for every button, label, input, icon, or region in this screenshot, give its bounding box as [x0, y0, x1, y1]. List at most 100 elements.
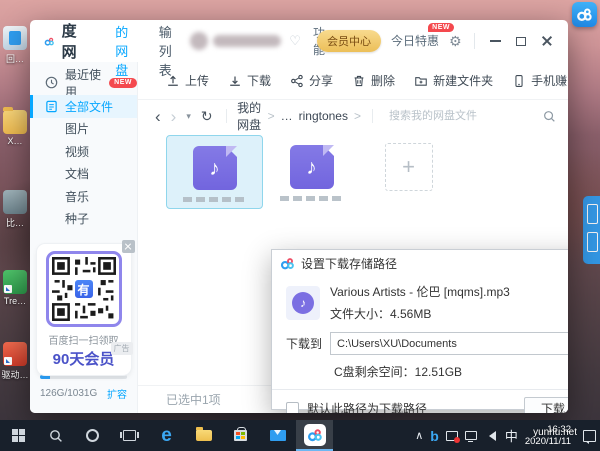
sidebar-item-music[interactable]: 音乐 [30, 185, 137, 208]
bing-icon[interactable]: b [430, 428, 439, 444]
desktop-icon-label: 比… [5, 218, 24, 228]
sidebar-item-pictures[interactable]: 图片 [30, 118, 137, 141]
phone-earn-button[interactable]: 手机赚 [512, 72, 567, 89]
sidebar-item-videos[interactable]: 视频 [30, 140, 137, 163]
edge-button[interactable]: e [148, 420, 185, 451]
add-file-tile[interactable]: + [360, 135, 457, 209]
desktop-icon-red-app[interactable]: 驱动… [0, 342, 30, 381]
store-button[interactable] [222, 420, 259, 451]
file-explorer-button[interactable] [185, 420, 222, 451]
search-icon [49, 429, 62, 442]
ad-close-icon[interactable] [121, 240, 135, 253]
download-path-input[interactable] [330, 332, 568, 355]
task-view-button[interactable] [111, 420, 148, 451]
music-file-icon: ♪ [286, 285, 320, 320]
checkbox-label: 默认此路径为下载路径 [307, 402, 428, 413]
phone-icon [515, 74, 523, 87]
search-icon[interactable] [543, 110, 556, 123]
qr-ad-card[interactable]: 有 百度扫一扫领取 90天会员 广告 [36, 240, 135, 375]
upload-icon [168, 75, 178, 86]
netdisk-taskbar-button[interactable] [296, 420, 333, 451]
desktop-edge-widget[interactable] [583, 196, 600, 264]
download-confirm-button[interactable]: 下载 [524, 397, 568, 413]
expand-storage-link[interactable]: 扩容 [107, 386, 127, 401]
folder-icon [3, 107, 27, 134]
tray-expand-icon[interactable]: ∧ [415, 429, 423, 442]
download-button[interactable]: 下载 [228, 72, 271, 89]
file-name-clipped [279, 196, 344, 201]
today-deal[interactable]: 今日特惠 NEW [390, 23, 454, 50]
minimize-button[interactable] [482, 26, 508, 56]
file-tile-selected[interactable]: ♪ [166, 135, 263, 209]
sidebar-item-recent[interactable]: 最近使用 NEW [30, 68, 137, 99]
share-button[interactable]: 分享 [290, 72, 333, 89]
mail-button[interactable] [259, 420, 296, 451]
search-input[interactable] [387, 109, 537, 123]
sidebar-item-torrents[interactable]: 种子 [30, 208, 137, 231]
plus-icon: + [384, 143, 433, 191]
window-controls [482, 26, 560, 56]
sidebar-item-label: 音乐 [65, 189, 90, 204]
share-icon [291, 74, 303, 87]
ime-indicator[interactable]: 中 [505, 426, 518, 445]
app-icon [3, 342, 27, 366]
desktop-icon-label: 驱动… [1, 370, 29, 380]
taskbar: e ∧ b 中 16:32 2020/11/11 yunhu.net [0, 420, 600, 451]
sidebar-item-label: 种子 [65, 212, 90, 227]
upload-button[interactable]: 上传 [166, 72, 209, 89]
dialog-file-name: Various Artists - 伦巴 [mqms].mp3 [330, 285, 510, 299]
minimize-icon [489, 40, 501, 42]
refresh-icon[interactable]: ↻ [201, 108, 213, 125]
cortana-button[interactable] [74, 420, 111, 451]
sidebar: 最近使用 NEW 全部文件 图片 视频 文档 音乐 种子 有 百度扫一扫领取 9… [30, 62, 138, 413]
qr-center-logo: 有 [72, 278, 95, 300]
network-icon[interactable] [464, 431, 477, 442]
gear-icon[interactable]: ⚙ [449, 33, 462, 50]
download-path-dialog: 设置下载存储路径 ♪ Various Artists - 伦巴 [mqms].m… [271, 249, 568, 413]
breadcrumb-root[interactable]: 我的网盘 [237, 99, 261, 133]
desktop-icon-misc[interactable]: 比… [0, 190, 30, 229]
file-tile[interactable]: ♪ [263, 135, 360, 209]
task-view-icon [120, 430, 139, 441]
back-icon[interactable]: ‹ [155, 108, 161, 125]
sidebar-item-all-files[interactable]: 全部文件 [30, 95, 137, 118]
vip-center-badge[interactable]: 会员中心 [316, 30, 381, 52]
taskbar-search-button[interactable] [37, 420, 74, 451]
dialog-file-size: 文件大小：4.56MB [330, 307, 432, 321]
netdisk-logo-icon [577, 8, 592, 22]
dialog-titlebar[interactable]: 设置下载存储路径 [272, 250, 568, 277]
navigation-row: ‹ › ▾ ↻ 我的网盘 > … ringtones > [138, 100, 568, 132]
history-caret-icon[interactable]: ▾ [186, 111, 191, 122]
close-button[interactable] [534, 26, 560, 56]
desktop-icon-green-app[interactable]: Tre… [0, 270, 30, 306]
taskbar-clock[interactable]: 16:32 2020/11/11 yunhu.net [525, 424, 577, 448]
sidebar-item-documents[interactable]: 文档 [30, 163, 137, 186]
netdisk-window: 百度网盘 我的网盘 传输列表 ♡ 功能 会员中心 今日特惠 NEW ⚙ [30, 20, 568, 413]
desktop-icon-folder[interactable]: X… [0, 107, 30, 146]
download-icon [230, 76, 240, 86]
desktop-icon-recycle-bin[interactable]: 回… [0, 26, 30, 65]
forward-icon[interactable]: › [171, 108, 177, 125]
music-file-icon: ♪ [289, 145, 334, 189]
maximize-button[interactable] [508, 26, 534, 56]
breadcrumb-separator: > [353, 109, 361, 123]
breadcrumb-current[interactable]: ringtones [299, 109, 348, 123]
today-deal-label: 今日特惠 [390, 34, 439, 48]
netdisk-floating-icon[interactable] [572, 2, 597, 27]
heart-icon[interactable]: ♡ [289, 33, 301, 49]
netdisk-logo-icon [280, 258, 294, 270]
default-path-checkbox[interactable] [286, 402, 299, 413]
divider [225, 109, 227, 123]
file-explorer-icon [195, 427, 212, 441]
app-icon [3, 270, 27, 294]
new-folder-button[interactable]: 新建文件夹 [414, 72, 493, 89]
volume-icon[interactable] [484, 430, 498, 441]
security-tray-icon[interactable] [445, 430, 460, 443]
start-button[interactable] [0, 420, 37, 451]
search-box[interactable] [364, 109, 556, 123]
username-blurred[interactable] [190, 32, 282, 50]
action-center-icon[interactable] [583, 429, 596, 444]
breadcrumb-ellipsis[interactable]: … [281, 109, 293, 123]
delete-button[interactable]: 删除 [352, 72, 395, 89]
download-to-label: 下载到 [286, 337, 323, 351]
